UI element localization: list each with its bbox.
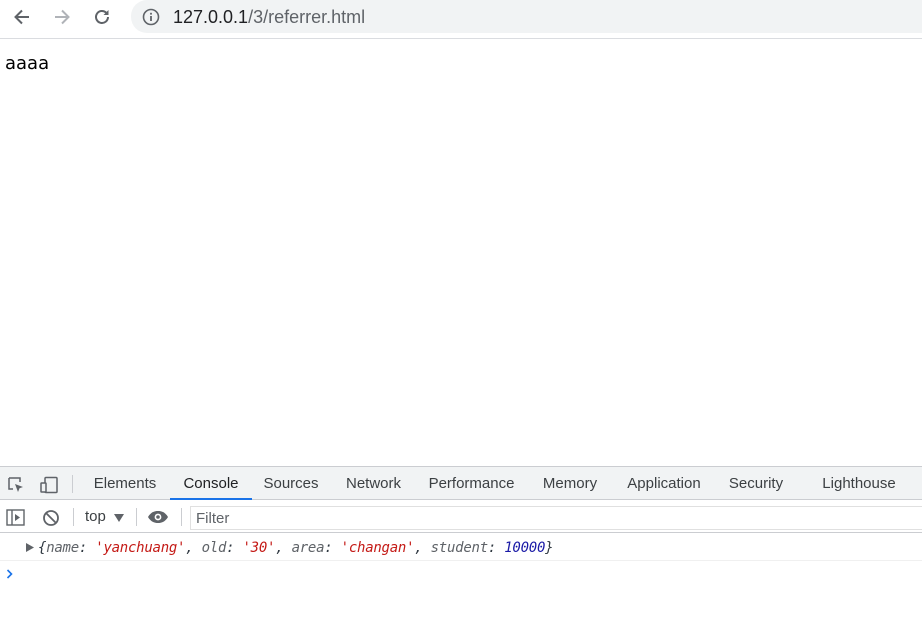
browser-toolbar: 127.0.0.1/3/referrer.html <box>0 0 922 34</box>
info-circle-icon[interactable] <box>142 8 160 26</box>
property-separator: : <box>78 540 96 556</box>
property-delimiter: , <box>414 540 431 556</box>
object-open-brace: { <box>38 540 47 556</box>
object-close-brace: } <box>545 540 554 556</box>
property-key: area <box>291 540 325 556</box>
property-key: name <box>46 540 79 556</box>
property-separator: : <box>226 540 243 556</box>
property-value: '30' <box>242 540 276 556</box>
url-text[interactable]: 127.0.0.1/3/referrer.html <box>173 6 365 28</box>
property-value: 10000 <box>504 540 546 556</box>
property-separator: : <box>487 540 505 556</box>
toolbar-divider <box>0 38 922 39</box>
tab-console[interactable]: Console <box>170 467 252 500</box>
property-value: 'yanchuang' <box>95 540 186 556</box>
tabbar-separator <box>72 475 73 493</box>
inspect-element-icon[interactable] <box>6 475 26 495</box>
console-toolbar: top <box>0 501 922 533</box>
tab-elements[interactable]: Elements <box>82 467 168 500</box>
console-toolbar-separator <box>136 508 137 526</box>
property-delimiter: , <box>185 540 202 556</box>
devtools-panel: Elements Console Sources Network Perform… <box>0 466 922 631</box>
active-tab-indicator <box>170 498 252 500</box>
property-separator: : <box>324 540 341 556</box>
console-message[interactable]: {name: 'yanchuang', old: '30', area: 'ch… <box>0 534 922 561</box>
console-prompt-chevron-icon[interactable] <box>6 569 14 579</box>
property-delimiter: , <box>275 540 292 556</box>
arrow-left-icon <box>14 9 29 25</box>
tab-application[interactable]: Application <box>617 467 711 500</box>
page-body-text: aaaa <box>5 53 50 74</box>
eye-icon[interactable] <box>147 510 169 524</box>
context-selector[interactable]: top <box>85 507 106 527</box>
property-key: old <box>201 540 227 556</box>
tab-sources[interactable]: Sources <box>254 467 328 500</box>
devtools-tab-bar: Elements Console Sources Network Perform… <box>0 467 922 500</box>
caret-down-icon <box>114 514 124 522</box>
tab-memory[interactable]: Memory <box>531 467 609 500</box>
reload-icon <box>95 10 109 24</box>
sidebar-toggle-icon[interactable] <box>6 509 26 527</box>
tab-network[interactable]: Network <box>332 467 415 500</box>
filter-input[interactable] <box>191 507 922 529</box>
url-path: /3/referrer.html <box>248 7 366 27</box>
property-value: 'changan' <box>340 540 415 556</box>
url-host: 127.0.0.1 <box>173 7 249 27</box>
arrow-right-icon <box>55 9 70 25</box>
back-button[interactable] <box>8 3 36 31</box>
clear-console-icon[interactable] <box>42 509 60 527</box>
reload-button[interactable] <box>88 3 116 31</box>
tab-lighthouse[interactable]: Lighthouse <box>811 467 907 500</box>
device-toolbar-icon[interactable] <box>39 475 59 495</box>
object-preview[interactable]: {name: 'yanchuang', old: '30', area: 'ch… <box>38 539 554 557</box>
forward-button[interactable] <box>48 3 76 31</box>
console-toolbar-separator <box>181 508 182 526</box>
expand-triangle-icon[interactable] <box>26 543 34 552</box>
tab-security[interactable]: Security <box>719 467 793 500</box>
property-key: student <box>430 540 489 556</box>
tab-performance[interactable]: Performance <box>420 467 523 500</box>
filter-box <box>190 506 922 530</box>
console-toolbar-separator <box>73 508 74 526</box>
